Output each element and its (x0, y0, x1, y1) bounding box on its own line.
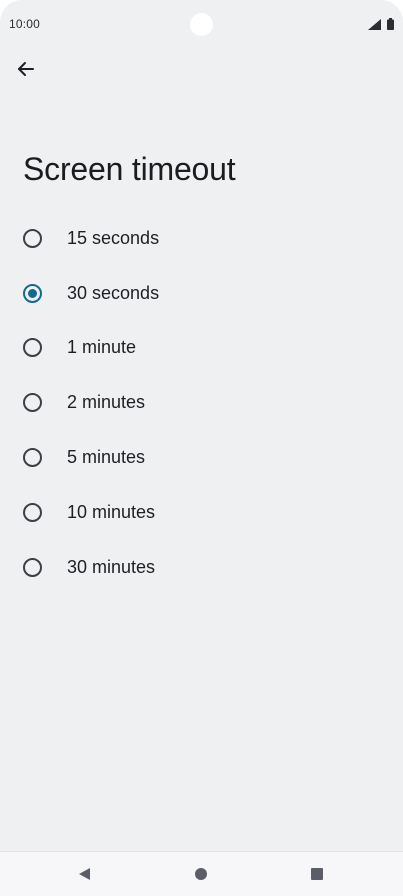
radio-button[interactable] (23, 448, 42, 468)
page-title: Screen timeout (23, 151, 236, 187)
radio-button[interactable] (23, 393, 42, 413)
home-circle-icon (195, 868, 207, 880)
timeout-option-5-minutes[interactable]: 5 minutes (0, 430, 403, 485)
radio-button[interactable] (23, 557, 42, 577)
system-navigation-bar (0, 851, 403, 896)
option-label: 10 minutes (67, 501, 156, 522)
timeout-options-list: 15 seconds 30 seconds 1 minute 2 minutes… (0, 211, 403, 595)
timeout-option-30-seconds[interactable]: 30 seconds (0, 266, 403, 321)
nav-back-button[interactable] (74, 864, 94, 884)
option-label: 2 minutes (67, 392, 146, 413)
option-label: 15 seconds (67, 227, 160, 248)
radio-button-selected[interactable] (23, 283, 42, 303)
battery-icon (387, 18, 394, 30)
timeout-option-10-minutes[interactable]: 10 minutes (0, 485, 403, 540)
status-time: 10:00 (9, 17, 41, 31)
option-label: 5 minutes (67, 447, 146, 468)
signal-icon (368, 19, 381, 30)
timeout-option-2-minutes[interactable]: 2 minutes (0, 375, 403, 430)
option-label: 30 minutes (67, 556, 156, 577)
radio-selected-dot (28, 288, 37, 298)
arrow-left-icon (18, 62, 34, 76)
timeout-option-15-seconds[interactable]: 15 seconds (0, 211, 403, 266)
radio-button[interactable] (23, 228, 42, 248)
radio-button[interactable] (23, 338, 42, 358)
recents-square-icon (311, 868, 323, 880)
timeout-option-30-minutes[interactable]: 30 minutes (0, 540, 403, 595)
back-button[interactable] (10, 53, 42, 85)
status-bar: 10:00 (0, 0, 403, 50)
nav-home-button[interactable] (191, 864, 211, 884)
front-camera-cutout (190, 13, 213, 36)
timeout-option-1-minute[interactable]: 1 minute (0, 321, 403, 376)
back-triangle-icon (79, 868, 90, 880)
option-label: 30 seconds (67, 282, 160, 303)
nav-recents-button[interactable] (307, 864, 327, 884)
radio-button[interactable] (23, 502, 42, 522)
option-label: 1 minute (67, 337, 137, 358)
phone-screen: 10:00 Screen timeout 15 seconds 30 secon… (0, 0, 403, 896)
